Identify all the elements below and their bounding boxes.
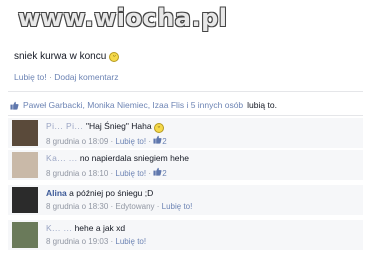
thumbs-up-icon xyxy=(153,135,162,144)
comment-date[interactable]: 8 grudnia o 18:09 xyxy=(46,137,108,146)
avatar[interactable] xyxy=(12,120,38,146)
divider xyxy=(8,115,363,116)
comment-like-count[interactable]: 2 xyxy=(153,167,167,178)
avatar[interactable] xyxy=(12,187,38,213)
comment-text: no napierdala sniegiem hehe xyxy=(79,153,189,163)
like-count-value: 2 xyxy=(162,169,167,178)
comment-date[interactable]: 8 grudnia o 19:03 xyxy=(46,237,108,246)
comment-text: hehe a jak xd xyxy=(74,223,126,233)
comment-item: Pi... Pi... "Haj Śnieg" Haha ᵕ 8 grudnia… xyxy=(8,118,363,148)
comment-body: Ka... ... no napierdala sniegiem hehe xyxy=(46,153,189,163)
edited-label[interactable]: Edytowany xyxy=(115,202,154,211)
post-actions: Lubię to! · Dodaj komentarz xyxy=(14,72,118,82)
comment-like-link[interactable]: Lubię to! xyxy=(162,202,193,211)
avatar[interactable] xyxy=(12,222,38,248)
divider xyxy=(8,91,363,92)
comment-meta: 8 grudnia o 18:09 · Lubię to! · 2 xyxy=(46,135,167,146)
like-post-link[interactable]: Lubię to! xyxy=(14,72,47,82)
comment-text: "Haj Śnieg" Haha xyxy=(86,121,152,131)
comment-author[interactable]: Pi... Pi... xyxy=(46,121,86,131)
likes-summary: Paweł Garbacki, Monika Niemiec, Izaa Fli… xyxy=(10,100,277,110)
post-message: sniek kurwa w koncu xyxy=(14,51,107,62)
add-comment-link[interactable]: Dodaj komentarz xyxy=(54,72,118,82)
comment-like-link[interactable]: Lubię to! xyxy=(115,169,146,178)
thumbs-up-icon xyxy=(10,101,19,110)
like-count-value: 2 xyxy=(162,137,167,146)
action-separator: · xyxy=(49,72,52,82)
comment-item: Ka... ... no napierdala sniegiem hehe 8 … xyxy=(8,150,363,180)
comment-author[interactable]: Ka... ... xyxy=(46,153,77,163)
comment-like-link[interactable]: Lubię to! xyxy=(115,237,146,246)
comment-like-count[interactable]: 2 xyxy=(153,135,167,146)
comment-body: K... ... hehe a jak xd xyxy=(46,223,125,233)
comment-like-link[interactable]: Lubię to! xyxy=(115,137,146,146)
comment-body: Pi... Pi... "Haj Śnieg" Haha ᵕ xyxy=(46,121,164,133)
comment-author[interactable]: K... ... xyxy=(46,223,72,233)
comment-item: K... ... hehe a jak xd 8 grudnia o 19:03… xyxy=(8,220,363,250)
likes-suffix: lubią to. xyxy=(247,100,277,110)
comment-author[interactable]: Alina xyxy=(46,188,67,198)
likers-names[interactable]: Paweł Garbacki, Monika Niemiec, Izaa Fli… xyxy=(23,100,243,110)
avatar[interactable] xyxy=(12,152,38,178)
smile-emoji-icon: ᵕ xyxy=(109,51,120,62)
thumbs-up-icon xyxy=(153,167,162,176)
smile-emoji-icon: ᵕ xyxy=(153,123,164,133)
comment-item: Alina a później po śniegu ;D 8 grudnia o… xyxy=(8,185,363,215)
comment-meta: 8 grudnia o 19:03 · Lubię to! xyxy=(46,237,147,246)
comment-meta: 8 grudnia o 18:10 · Lubię to! · 2 xyxy=(46,167,167,178)
comment-date[interactable]: 8 grudnia o 18:30 xyxy=(46,202,108,211)
watermark-logo: www.wiocha.pl xyxy=(18,4,228,32)
comment-date[interactable]: 8 grudnia o 18:10 xyxy=(46,169,108,178)
comment-body: Alina a później po śniegu ;D xyxy=(46,188,153,198)
comment-text: a później po śniegu ;D xyxy=(69,188,154,198)
comment-meta: 8 grudnia o 18:30 · Edytowany · Lubię to… xyxy=(46,202,193,211)
post-text: sniek kurwa w koncu ᵕ xyxy=(14,51,120,62)
